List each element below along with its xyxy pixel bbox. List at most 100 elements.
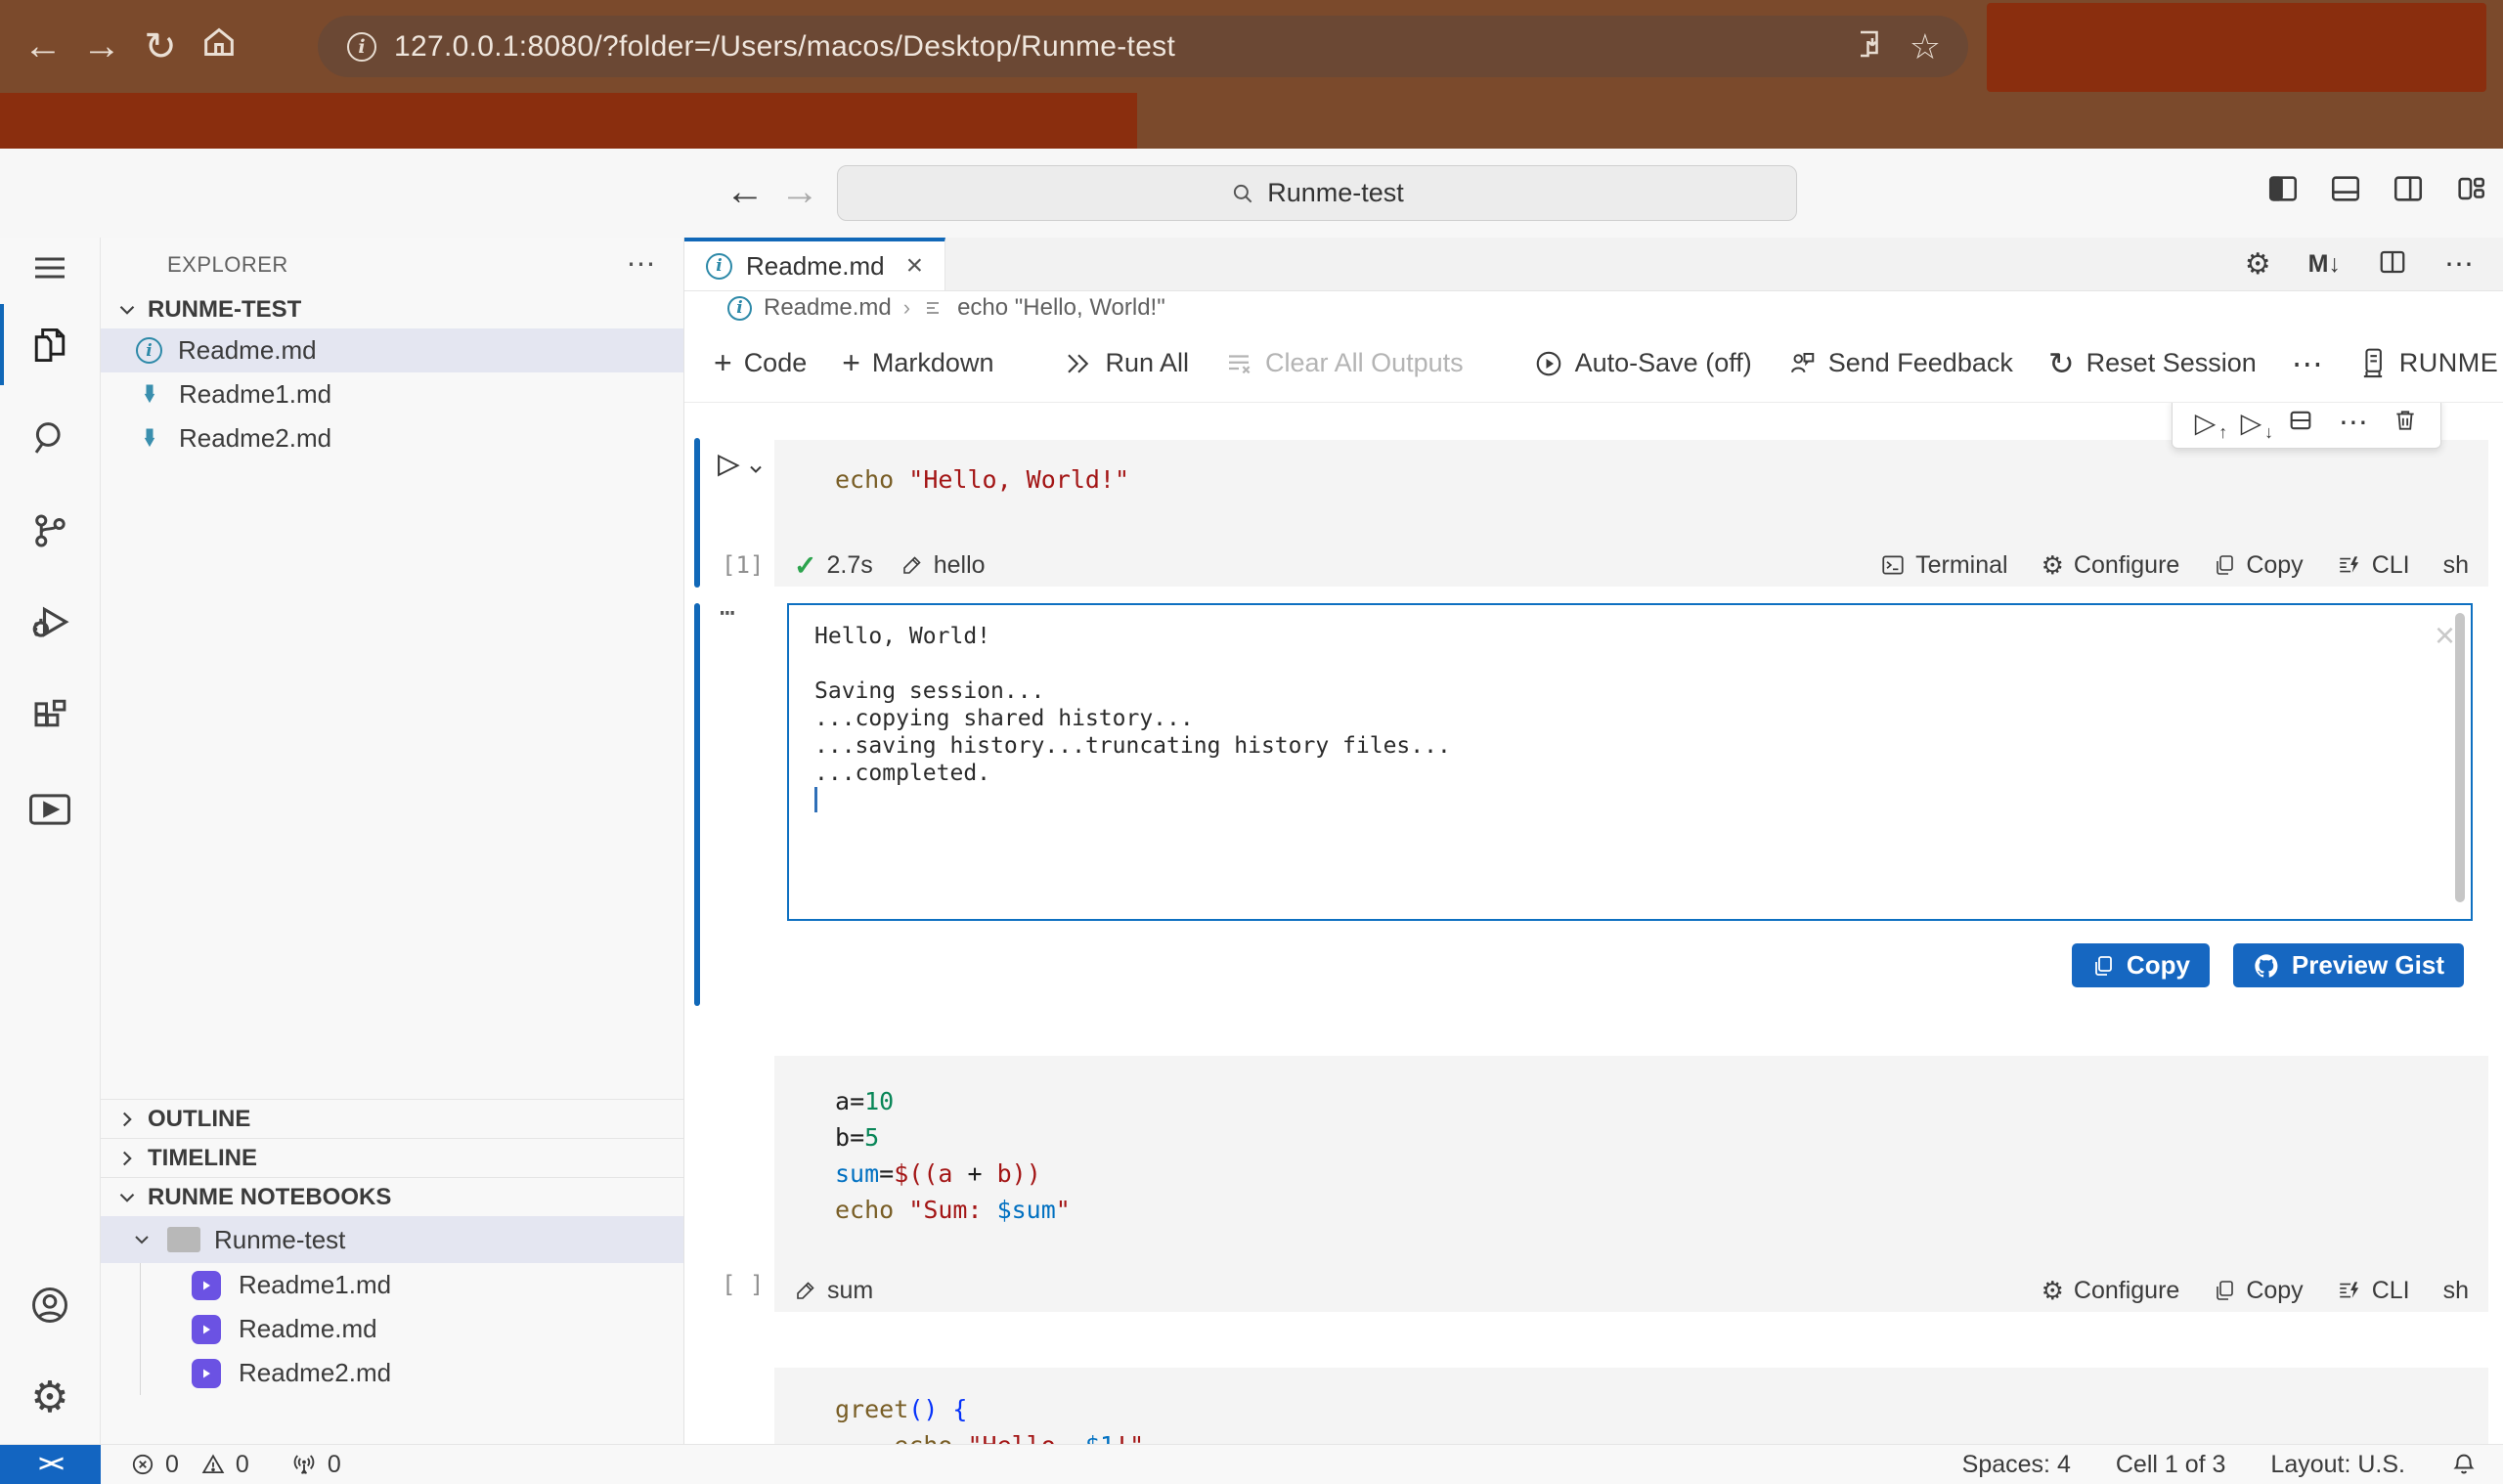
execute-below-icon[interactable]: ▷↓ [2241,407,2262,439]
toolbar-more-icon[interactable]: ⋯ [2292,345,2323,382]
indentation-indicator[interactable]: Spaces: 4 [1962,1451,2071,1479]
code-token: echo [894,1431,967,1444]
reset-session-button[interactable]: ↻ Reset Session [2048,345,2257,382]
notebook-file-row[interactable]: Readme.md [141,1307,683,1351]
runme-notebooks-section[interactable]: RUNME NOTEBOOKS [101,1177,683,1216]
code-token: b [835,1123,850,1152]
editor-area: i Readme.md × ⚙ M↓ ⋯ [684,238,2503,1444]
browser-forward-icon[interactable]: → [72,24,131,68]
delete-cell-icon[interactable] [2393,407,2418,439]
copy-action[interactable]: Copy [2213,551,2303,580]
file-row-readme2[interactable]: Readme2.md [101,416,683,460]
cli-action[interactable]: CLI [2337,1277,2410,1305]
customize-layout-icon[interactable] [2454,172,2487,205]
file-name: Readme1.md [239,1270,391,1300]
output-scrollbar[interactable] [2455,613,2465,902]
notebook-settings-gear-icon[interactable]: ⚙ [2245,247,2271,282]
explorer-more-actions-icon[interactable]: ⋯ [627,247,657,282]
toggle-secondary-sidebar-icon[interactable] [2392,172,2425,205]
code-token: greet [835,1395,908,1423]
runme-notebooks-label: RUNME NOTEBOOKS [148,1184,391,1211]
settings-gear-icon[interactable]: ⚙ [0,1351,101,1444]
address-bar[interactable]: i 127.0.0.1:8080/?folder=/Users/macos/De… [318,16,1968,77]
notebook-file-row[interactable]: Readme2.md [141,1351,683,1395]
workspace-root[interactable]: RUNME-TEST [101,291,683,328]
code-editor[interactable]: greet() { echo "Hello, $1!" [774,1368,2488,1444]
browser-toolbar: ← → ↻ i 127.0.0.1:8080/?folder=/Users/ma… [0,0,2503,93]
browser-back-icon[interactable]: ← [14,24,72,68]
info-file-icon: i [727,296,752,321]
add-markdown-button[interactable]: + Markdown [842,345,993,381]
vscode-window: ← → Runme-test [0,149,2503,1484]
toggle-panel-icon[interactable] [2329,172,2362,205]
terminal-output[interactable]: Hello, World! Saving session......copyin… [787,603,2473,921]
breadcrumb-cell[interactable]: echo "Hello, World!" [957,294,1165,322]
breadcrumb-file[interactable]: Readme.md [764,294,892,322]
site-info-icon[interactable]: i [347,32,376,62]
split-cell-icon[interactable] [2287,407,2314,439]
explorer-activity-icon[interactable] [0,298,101,391]
notebook-folder-label: Runme-test [214,1225,345,1255]
bookmark-star-icon[interactable]: ☆ [1910,26,1941,67]
extensions-activity-icon[interactable] [0,670,101,763]
cell-position-indicator[interactable]: Cell 1 of 3 [2116,1451,2226,1479]
notebook-folder-row[interactable]: Runme-test [101,1216,683,1263]
notebook-file-row[interactable]: Readme1.md [141,1263,683,1307]
cell-language[interactable]: sh [2443,551,2469,580]
configure-action[interactable]: ⚙ Configure [2042,550,2180,581]
command-center[interactable]: Runme-test [837,165,1797,221]
keyboard-layout-indicator[interactable]: Layout: U.S. [2270,1451,2405,1479]
install-app-icon[interactable] [1849,26,1884,66]
remote-indicator[interactable]: >< [0,1445,101,1484]
copy-action[interactable]: Copy [2213,1277,2303,1305]
code-editor[interactable]: a=10b=5sum=$((a + b))echo "Sum: $sum" [774,1056,2488,1228]
export-markdown-icon[interactable]: M↓ [2308,250,2341,279]
terminal-action[interactable]: Terminal [1880,551,2007,580]
add-code-button[interactable]: + Code [714,345,807,381]
clear-all-outputs-button[interactable]: Clear All Outputs [1224,348,1464,378]
ports-indicator[interactable]: 0 [290,1451,341,1479]
code-cell-3[interactable]: greet() { echo "Hello, $1!" [774,1368,2488,1444]
file-row-readme[interactable]: i Readme.md [101,328,683,372]
chevron-down-icon [746,459,766,479]
file-row-readme1[interactable]: Readme1.md [101,372,683,416]
cell-language[interactable]: sh [2443,1277,2469,1305]
cell-name[interactable]: hello [900,551,986,580]
browser-home-icon[interactable] [190,22,248,71]
preview-gist-button[interactable]: Preview Gist [2233,943,2464,987]
notifications-bell-icon[interactable] [2450,1451,2478,1478]
more-actions-icon[interactable]: ⋯ [2444,247,2474,282]
accounts-icon[interactable] [0,1258,101,1351]
clear-output-close-icon[interactable]: × [2435,615,2455,656]
history-back-icon[interactable]: ← [725,170,765,214]
markdown-download-icon [136,381,163,409]
code-cell-1[interactable]: echo "Hello, World!" ✓ 2.7s hello [774,440,2488,587]
run-debug-activity-icon[interactable] [0,577,101,670]
copy-output-button[interactable]: Copy [2072,943,2210,987]
runme-activity-icon[interactable] [0,763,101,855]
cell-name[interactable]: sum [794,1277,873,1305]
auto-save-toggle[interactable]: Auto-Save (off) [1534,348,1752,378]
menu-hamburger-icon[interactable] [0,238,101,298]
split-editor-icon[interactable] [2378,247,2407,282]
source-control-activity-icon[interactable] [0,484,101,577]
configure-action[interactable]: ⚙ Configure [2042,1276,2180,1306]
history-forward-icon[interactable]: → [780,170,819,214]
cell-more-icon[interactable]: ⋯ [2339,406,2368,440]
collapse-output-icon[interactable]: ⋯ [720,598,737,628]
run-all-button[interactable]: Run All [1064,348,1189,378]
execute-above-icon[interactable]: ▷↑ [2195,407,2217,439]
cli-action[interactable]: CLI [2337,551,2410,580]
toggle-sidebar-icon[interactable] [2266,172,2300,205]
send-feedback-button[interactable]: Send Feedback [1787,348,2013,378]
run-cell-button[interactable]: ▷ [718,444,766,481]
command-center-label: Runme-test [1267,178,1404,208]
code-cell-2[interactable]: a=10b=5sum=$((a + b))echo "Sum: $sum" su… [774,1056,2488,1312]
tab-readme[interactable]: i Readme.md × [684,238,945,290]
timeline-section[interactable]: TIMELINE [101,1138,683,1177]
search-activity-icon[interactable] [0,391,101,484]
close-tab-icon[interactable]: × [906,249,924,283]
outline-section[interactable]: OUTLINE [101,1099,683,1138]
problems-indicator[interactable]: 0 0 [130,1451,249,1479]
browser-reload-icon[interactable]: ↻ [131,24,190,69]
